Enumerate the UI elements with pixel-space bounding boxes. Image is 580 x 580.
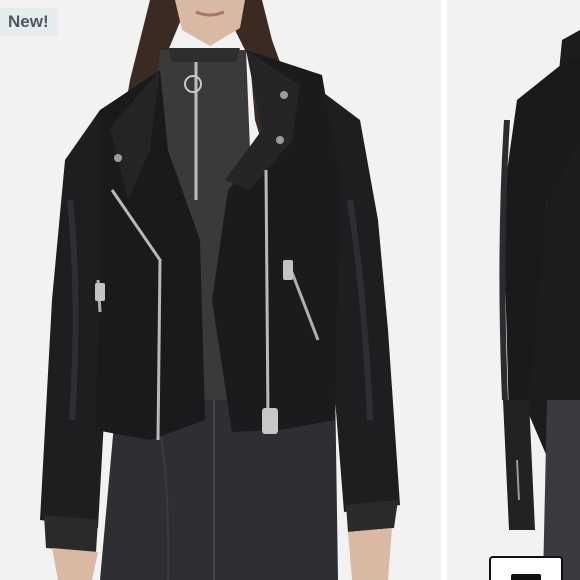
product-photo-front[interactable]: New! [0, 0, 441, 580]
product-image-gallery[interactable]: New! [0, 0, 580, 580]
black-leather-biker-jacket-side-photo [499, 30, 580, 580]
thumbnail-button[interactable] [489, 556, 563, 580]
product-photo-side[interactable] [447, 0, 580, 580]
new-badge: New! [0, 8, 58, 36]
image-thumbnail-icon [511, 574, 541, 580]
black-leather-biker-jacket-front-photo [40, 0, 400, 580]
